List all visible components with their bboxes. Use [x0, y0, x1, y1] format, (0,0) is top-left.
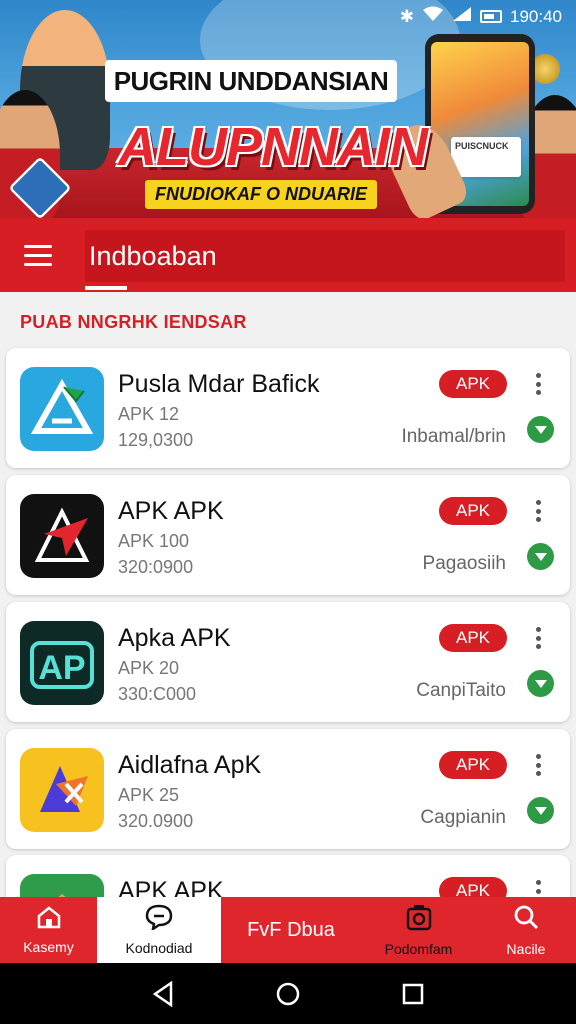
- app-list-item[interactable]: Aidlafna ApK APK 25 320.0900 APK Cagpian…: [6, 729, 570, 849]
- app-category: Cagpianin: [420, 807, 506, 828]
- tab-indicator: [85, 286, 127, 290]
- download-icon[interactable]: [527, 416, 554, 443]
- colorful-x-app-icon: [20, 748, 104, 832]
- more-options-icon[interactable]: [528, 624, 548, 652]
- app-download-count: 330:C000: [118, 684, 197, 704]
- nav-item-home[interactable]: Kasemy: [0, 897, 97, 963]
- ai-triangle-app-icon: [20, 367, 104, 451]
- ap-app-icon: AP: [20, 621, 104, 705]
- nav-item-search[interactable]: Nacile: [476, 897, 576, 963]
- app-download-count: 320.0900: [118, 811, 194, 831]
- system-navigation-bar: [0, 963, 576, 1024]
- nav-label: Podomfam: [384, 941, 453, 957]
- app-subtitle: APK 12: [118, 404, 180, 424]
- back-icon[interactable]: [145, 976, 181, 1012]
- wifi-icon: [422, 6, 444, 27]
- apk-badge-button[interactable]: APK: [439, 497, 507, 525]
- app-name: Aidlafna ApK: [118, 751, 262, 779]
- app-name: Apka APK: [118, 624, 231, 652]
- app-download-count: 129,0300: [118, 430, 194, 450]
- chat-icon: [145, 904, 173, 936]
- search-input[interactable]: Indboaban: [85, 230, 565, 282]
- section-title: PUAB NNGRHK IENDSAR: [20, 312, 247, 332]
- nav-item-center[interactable]: FvF Dbua: [221, 897, 361, 963]
- app-subtitle: APK 100: [118, 531, 190, 551]
- app-bar: Indboaban: [0, 218, 576, 292]
- apk-badge-button[interactable]: APK: [439, 624, 507, 652]
- red-arrow-app-icon: [20, 494, 104, 578]
- apk-badge-button[interactable]: APK: [439, 751, 507, 779]
- app-subtitle: APK 20: [118, 658, 180, 678]
- promo-banner[interactable]: PUISCNUCK PUGRIN UNDDANSIAN ALUPNNAIN FN…: [0, 0, 576, 218]
- app-subtitle: APK 25: [118, 785, 180, 805]
- app-category: Inbamal/brin: [401, 426, 506, 447]
- home-icon: [36, 905, 62, 935]
- app-list-item[interactable]: AP Apka APK APK 20 330:C000 APK CanpiTai…: [6, 602, 570, 722]
- more-options-icon[interactable]: [528, 497, 548, 525]
- banner-headline-main: ALUPNNAIN: [118, 117, 428, 177]
- bluetooth-icon: ✱: [399, 6, 414, 26]
- app-name: Pusla Mdar Bafick: [118, 370, 320, 398]
- hamburger-menu-icon[interactable]: [14, 232, 64, 278]
- more-options-icon[interactable]: [528, 751, 548, 779]
- search-icon: [512, 903, 540, 937]
- app-download-count: 320:0900: [118, 557, 194, 577]
- more-options-icon[interactable]: [528, 370, 548, 398]
- app-list-item[interactable]: APK APK APK 100 320:0900 APK Pagaosiih: [6, 475, 570, 595]
- status-bar: ✱ 190:40: [400, 6, 562, 27]
- signal-icon: [452, 6, 472, 27]
- status-time: 190:40: [510, 6, 562, 26]
- nav-item-chat[interactable]: Kodnodiad: [97, 897, 221, 963]
- phone-screen-card: PUISCNUCK: [451, 137, 521, 177]
- bottom-navigation: Kasemy Kodnodiad FvF Dbua Podomfam Nacil…: [0, 897, 576, 963]
- banner-headline-top: PUGRIN UNDDANSIAN: [105, 60, 397, 102]
- nav-label: Kodnodiad: [125, 940, 193, 956]
- nav-label: Nacile: [506, 941, 546, 957]
- banner-headline-sub: FNUDIOKAF O NDUARIE: [145, 180, 377, 209]
- camera-icon: [405, 903, 433, 937]
- download-icon[interactable]: [527, 797, 554, 824]
- nav-label: Kasemy: [23, 939, 74, 955]
- app-category: Pagaosiih: [422, 553, 506, 574]
- app-name: APK APK: [118, 497, 224, 525]
- nav-item-camera[interactable]: Podomfam: [361, 897, 476, 963]
- app-list-item[interactable]: Pusla Mdar Bafick APK 12 129,0300 APK In…: [6, 348, 570, 468]
- apk-badge-button[interactable]: APK: [439, 370, 507, 398]
- recent-apps-icon[interactable]: [395, 976, 431, 1012]
- download-icon[interactable]: [527, 543, 554, 570]
- app-category: CanpiTaito: [416, 680, 506, 701]
- nav-label: FvF Dbua: [247, 918, 335, 941]
- home-button-icon[interactable]: [270, 976, 306, 1012]
- svg-text:AP: AP: [38, 649, 85, 687]
- battery-icon: [480, 10, 502, 23]
- download-icon[interactable]: [527, 670, 554, 697]
